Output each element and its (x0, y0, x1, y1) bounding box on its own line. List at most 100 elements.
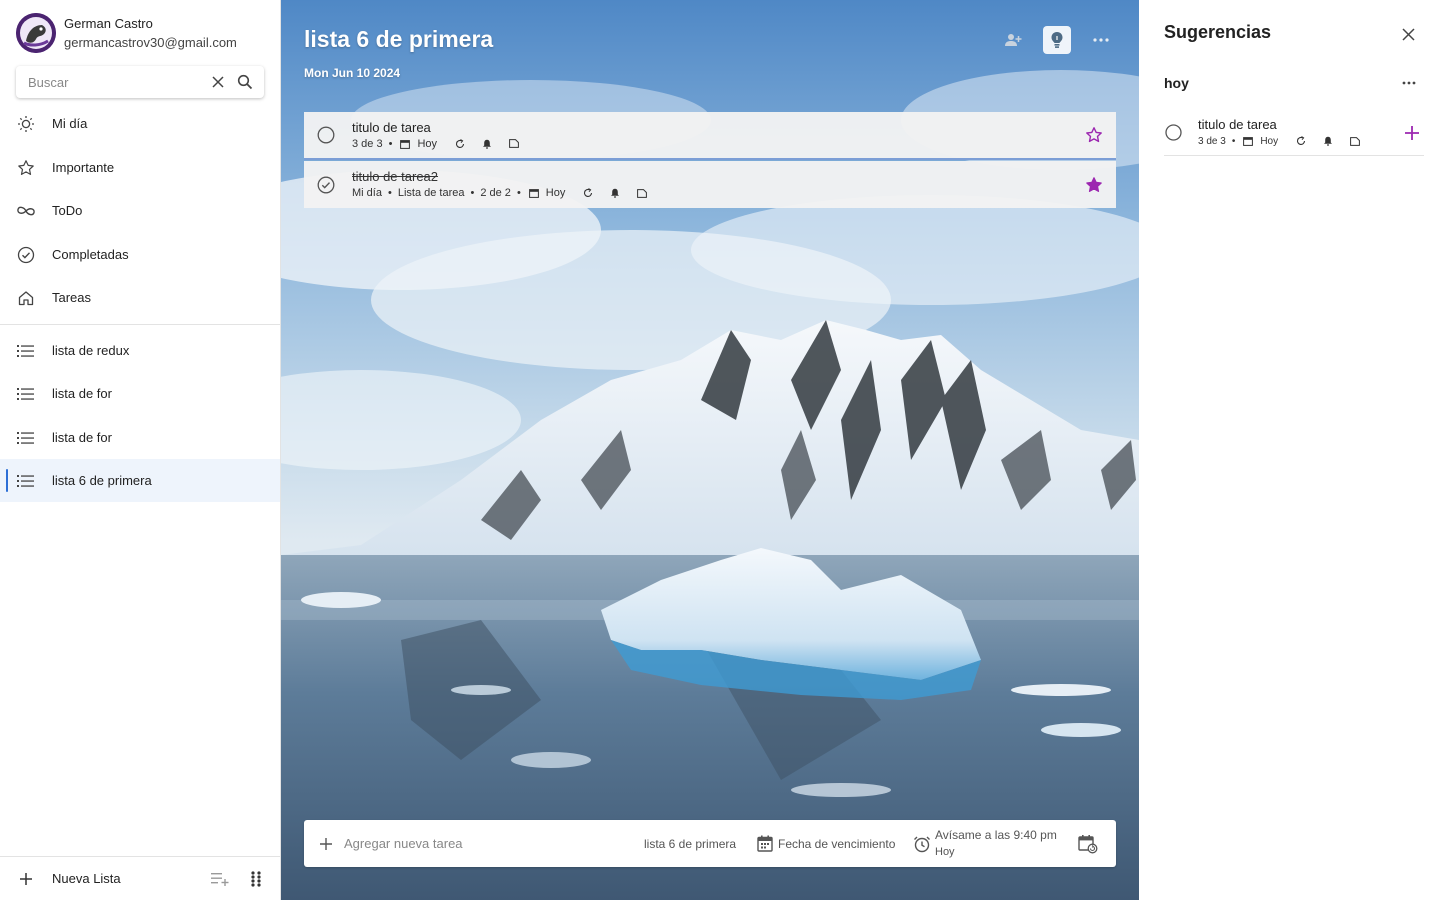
sidebar-item-label: lista de for (52, 386, 112, 401)
list-icon (16, 471, 36, 491)
share-list-button[interactable] (999, 26, 1027, 54)
sun-icon (16, 114, 36, 134)
panel-title: Sugerencias (1164, 22, 1272, 42)
sidebar-item-my-day[interactable]: Mi día (0, 102, 280, 145)
suggestion-due: Hoy (1260, 135, 1279, 147)
calendar-icon (527, 186, 541, 200)
sidebar-item-label: Tareas (52, 290, 92, 305)
user-name: German Castro (64, 16, 153, 31)
sidebar-item-label: ToDo (52, 203, 83, 218)
task-meta: 3 de 3 • Hoy (352, 137, 1080, 151)
task-title: titulo de tarea (352, 119, 431, 135)
repeat-icon (1294, 134, 1308, 148)
more-options-button[interactable] (1087, 26, 1115, 54)
note-icon (507, 137, 521, 151)
reminder-sub-label: Hoy (935, 845, 955, 858)
search-input[interactable] (28, 74, 204, 90)
sidebar-item-label: Completadas (52, 247, 129, 262)
sidebar-item-todo[interactable]: ToDo (0, 189, 280, 232)
sidebar-item-label: Mi día (52, 116, 88, 131)
sidebar-item-list[interactable]: lista de redux (0, 329, 280, 372)
sidebar-divider (0, 324, 280, 325)
task-steps: 3 de 3 (352, 137, 383, 150)
drag-handle-icon[interactable] (244, 867, 268, 891)
task-my-day: Mi día (352, 187, 382, 199)
task-due: Hoy (417, 137, 438, 150)
lightbulb-icon (1051, 32, 1063, 48)
avatar (16, 13, 56, 53)
suggestions-panel: Sugerencias hoy titulo de tarea 3 de 3 •… (1140, 0, 1440, 900)
infinity-icon (16, 201, 36, 221)
bell-icon (608, 186, 622, 200)
suggestion-steps: 3 de 3 (1198, 135, 1226, 147)
add-suggestion-button[interactable] (1400, 121, 1424, 145)
star-outline-icon (1086, 127, 1102, 143)
section-title: hoy (1164, 75, 1189, 91)
repeat-icon (581, 186, 595, 200)
sidebar-item-tasks[interactable]: Tareas (0, 276, 280, 319)
suggestion-item[interactable]: titulo de tarea 3 de 3 • Hoy (1164, 110, 1424, 156)
circle-icon (317, 126, 335, 144)
sidebar: German Castro germancastrov30@gmail.com … (0, 0, 281, 900)
sidebar-item-label: lista de for (52, 430, 112, 445)
task-complete-checkbox[interactable] (316, 125, 336, 145)
more-icon (1093, 38, 1109, 42)
plus-icon[interactable] (16, 869, 36, 889)
sidebar-item-label: Importante (52, 160, 115, 175)
user-profile[interactable]: German Castro germancastrov30@gmail.com (16, 13, 237, 53)
plus-icon[interactable] (316, 834, 336, 854)
task-item[interactable]: titulo de tarea 3 de 3 • Hoy (304, 112, 1116, 160)
calendar-icon (398, 137, 412, 151)
star-filled-icon (1086, 176, 1102, 192)
reminder-label: Avísame a las 9:40 pm (935, 827, 1057, 842)
circle-icon (1164, 124, 1182, 141)
new-list-button[interactable]: Nueva Lista (52, 871, 208, 886)
add-task-input[interactable] (344, 836, 624, 851)
main-content: lista 6 de primera Mon Jun 10 2024 titul… (281, 0, 1139, 900)
list-title[interactable]: lista 6 de primera (304, 26, 493, 53)
task-title: titulo de tarea2 (352, 169, 439, 184)
search-icon[interactable] (231, 68, 258, 96)
list-date: Mon Jun 10 2024 (304, 66, 401, 80)
calendar-icon (755, 834, 775, 854)
list-icon (16, 384, 36, 404)
note-icon (1348, 134, 1362, 148)
reminder-button[interactable]: Avísame a las 9:40 pm Hoy (912, 827, 1057, 861)
sidebar-item-list[interactable]: lista de for (0, 372, 280, 415)
more-icon[interactable] (1396, 71, 1422, 95)
sidebar-item-list[interactable]: lista de for (0, 416, 280, 459)
new-group-icon[interactable] (208, 867, 232, 891)
due-date-label: Fecha de vencimiento (778, 836, 896, 851)
star-icon (16, 158, 36, 178)
repeat-calendar-icon[interactable] (1076, 832, 1100, 856)
task-meta: Mi día • Lista de tarea • 2 de 2 • Hoy (352, 186, 1080, 200)
check-circle-icon (317, 176, 335, 193)
close-icon[interactable] (1396, 22, 1420, 46)
sidebar-item-completed[interactable]: Completadas (0, 233, 280, 276)
list-icon (16, 341, 36, 361)
calendar-icon (1241, 134, 1255, 148)
suggestion-meta: 3 de 3 • Hoy (1198, 134, 1400, 148)
task-steps: 2 de 2 (480, 187, 511, 199)
importance-star-button[interactable] (1080, 171, 1108, 199)
task-list-name: Lista de tarea (397, 187, 465, 199)
task-complete-checkbox[interactable] (316, 175, 336, 195)
suggestion-title: titulo de tarea (1198, 117, 1277, 132)
sidebar-item-label: lista 6 de primera (52, 473, 152, 488)
repeat-icon (453, 137, 467, 151)
task-item[interactable]: titulo de tarea2 Mi día • Lista de tarea… (304, 161, 1116, 208)
importance-star-button[interactable] (1080, 121, 1108, 149)
suggestion-complete-checkbox[interactable] (1164, 124, 1182, 142)
list-icon (16, 428, 36, 448)
suggestions-button[interactable] (1043, 26, 1071, 54)
search-box (16, 66, 264, 98)
sidebar-item-important[interactable]: Importante (0, 146, 280, 189)
add-task-list-name[interactable]: lista 6 de primera (644, 837, 736, 851)
alarm-clock-icon (912, 834, 932, 854)
sidebar-item-list-active[interactable]: lista 6 de primera (0, 459, 280, 502)
add-person-icon (1005, 34, 1022, 46)
due-date-button[interactable]: Fecha de vencimiento (755, 834, 895, 854)
task-due: Hoy (545, 187, 566, 199)
close-icon[interactable] (204, 68, 231, 96)
home-icon (16, 288, 36, 308)
